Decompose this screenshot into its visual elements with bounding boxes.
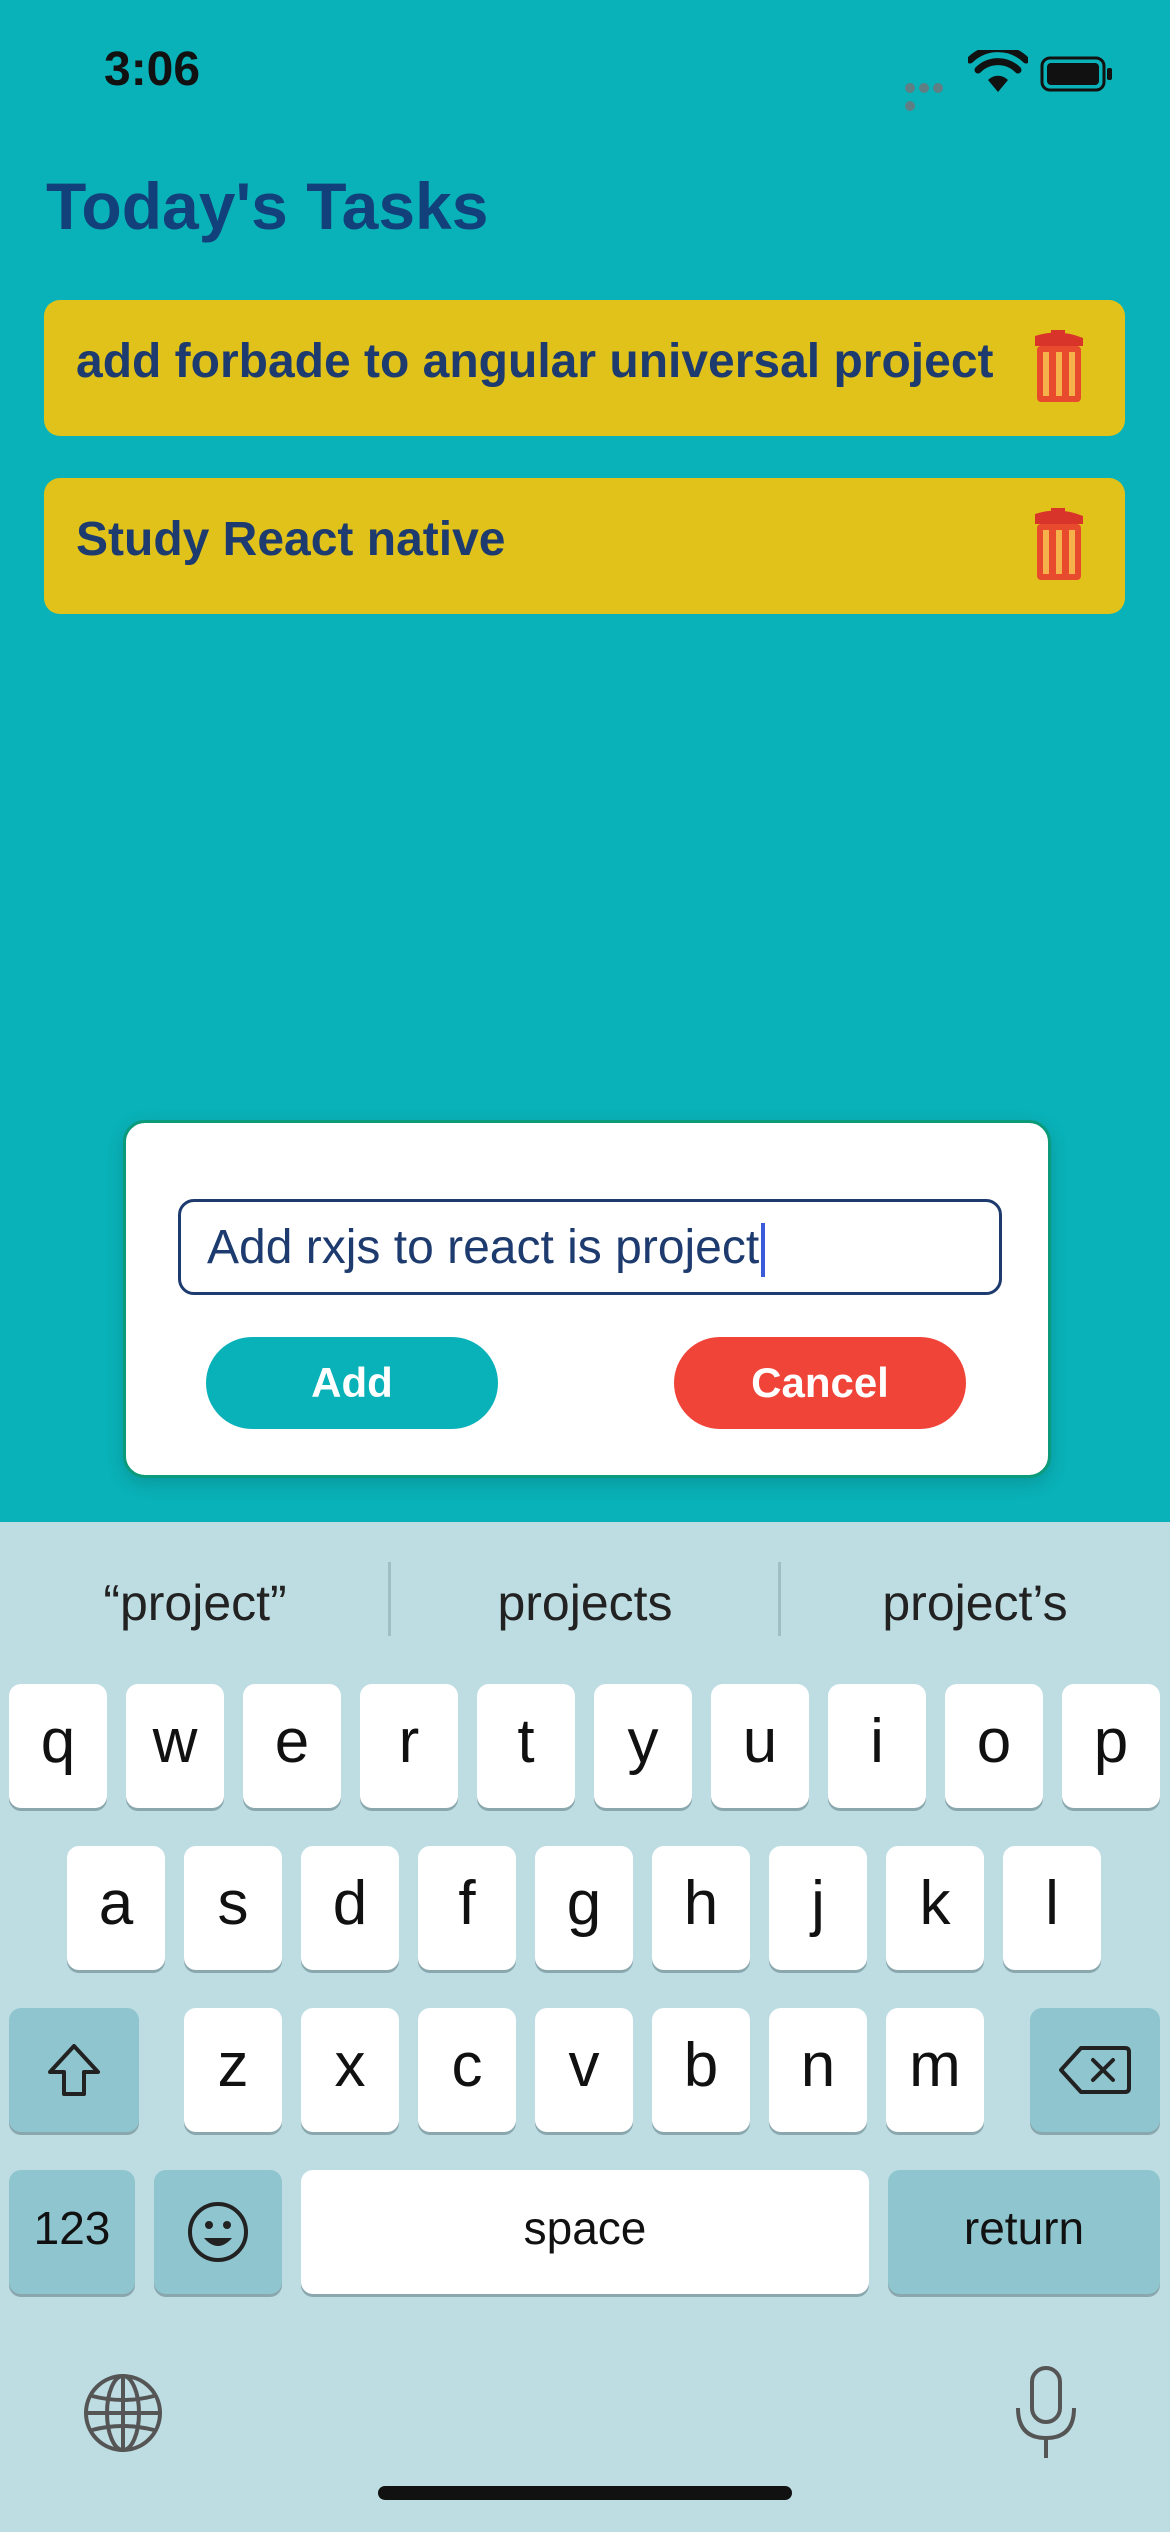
add-button[interactable]: Add <box>206 1337 498 1429</box>
key-b[interactable]: b <box>652 2008 750 2132</box>
suggestion-1[interactable]: “project” <box>0 1574 390 1632</box>
task-item[interactable]: add forbade to angular universal project <box>44 300 1125 436</box>
key-h[interactable]: h <box>652 1846 750 1970</box>
key-i[interactable]: i <box>828 1684 926 1808</box>
home-indicator[interactable] <box>378 2486 792 2500</box>
suggestion-2[interactable]: projects <box>390 1574 780 1632</box>
key-c[interactable]: c <box>418 2008 516 2132</box>
task-text: add forbade to angular universal project <box>76 335 994 388</box>
page-title: Today's Tasks <box>46 169 489 243</box>
key-f[interactable]: f <box>418 1846 516 1970</box>
task-text: Study React native <box>76 513 506 566</box>
key-n[interactable]: n <box>769 2008 867 2132</box>
delete-key[interactable] <box>1030 2008 1160 2132</box>
shift-key[interactable] <box>9 2008 139 2132</box>
microphone-icon[interactable] <box>1010 2364 1082 2464</box>
cancel-button[interactable]: Cancel <box>674 1337 966 1429</box>
cellular-signal-icon <box>905 80 960 111</box>
emoji-icon <box>188 2201 248 2262</box>
trash-icon[interactable] <box>1031 328 1087 404</box>
task-input[interactable]: Add rxjs to react is project <box>178 1199 1002 1295</box>
wifi-icon <box>968 50 1028 92</box>
status-time: 3:06 <box>104 43 201 96</box>
key-r[interactable]: r <box>360 1684 458 1808</box>
add-task-modal: Add rxjs to react is project Add Cancel <box>123 1120 1051 1478</box>
key-u[interactable]: u <box>711 1684 809 1808</box>
backspace-icon <box>1059 2045 1131 2094</box>
key-p[interactable]: p <box>1062 1684 1160 1808</box>
keyboard: “project” projects project’s q w e r t y… <box>0 1522 1170 2532</box>
task-item[interactable]: Study React native <box>44 478 1125 614</box>
key-k[interactable]: k <box>886 1846 984 1970</box>
key-q[interactable]: q <box>9 1684 107 1808</box>
task-input-value[interactable]: Add rxjs to react is project <box>207 1220 766 1278</box>
space-key[interactable]: space <box>301 2170 869 2294</box>
key-t[interactable]: t <box>477 1684 575 1808</box>
key-j[interactable]: j <box>769 1846 867 1970</box>
key-w[interactable]: w <box>126 1684 224 1808</box>
emoji-key[interactable] <box>154 2170 282 2294</box>
key-g[interactable]: g <box>535 1846 633 1970</box>
key-a[interactable]: a <box>67 1846 165 1970</box>
key-s[interactable]: s <box>184 1846 282 1970</box>
key-v[interactable]: v <box>535 2008 633 2132</box>
key-o[interactable]: o <box>945 1684 1043 1808</box>
return-key[interactable]: return <box>888 2170 1160 2294</box>
key-l[interactable]: l <box>1003 1846 1101 1970</box>
battery-icon <box>1040 56 1112 92</box>
numbers-key[interactable]: 123 <box>9 2170 135 2294</box>
key-e[interactable]: e <box>243 1684 341 1808</box>
suggestion-3[interactable]: project’s <box>780 1574 1170 1632</box>
key-z[interactable]: z <box>184 2008 282 2132</box>
key-x[interactable]: x <box>301 2008 399 2132</box>
shift-icon <box>48 2043 100 2096</box>
key-m[interactable]: m <box>886 2008 984 2132</box>
globe-icon[interactable] <box>82 2372 164 2454</box>
trash-icon[interactable] <box>1031 506 1087 582</box>
key-y[interactable]: y <box>594 1684 692 1808</box>
text-caret <box>761 1223 766 1278</box>
key-d[interactable]: d <box>301 1846 399 1970</box>
